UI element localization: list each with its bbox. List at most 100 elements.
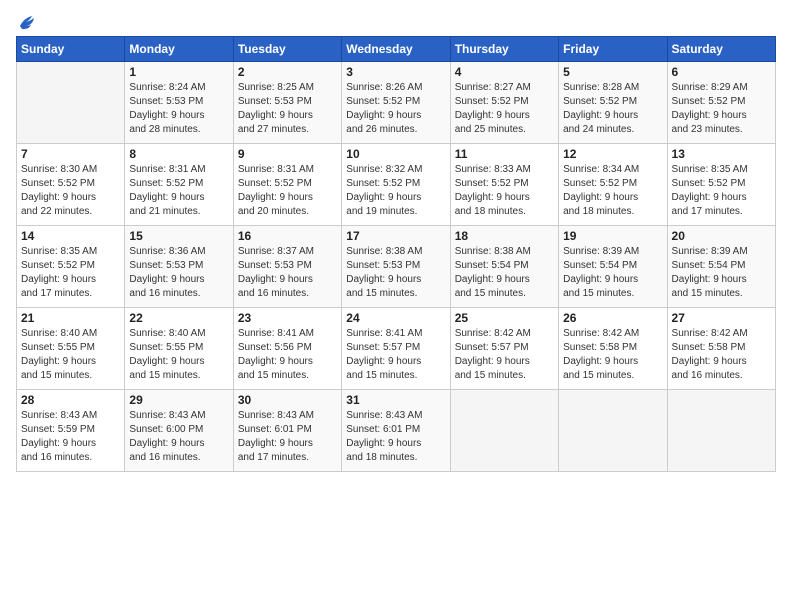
day-number: 13 bbox=[672, 147, 771, 161]
calendar-cell: 27 Sunrise: 8:42 AMSunset: 5:58 PMDayligh… bbox=[667, 308, 775, 390]
calendar-header-row: SundayMondayTuesdayWednesdayThursdayFrid… bbox=[17, 37, 776, 62]
calendar-header-tuesday: Tuesday bbox=[233, 37, 341, 62]
calendar-cell: 11 Sunrise: 8:33 AMSunset: 5:52 PMDayligh… bbox=[450, 144, 558, 226]
day-info: Sunrise: 8:34 AMSunset: 5:52 PMDaylight:… bbox=[563, 163, 662, 219]
day-info: Sunrise: 8:42 AMSunset: 5:58 PMDaylight:… bbox=[672, 327, 771, 383]
calendar-header-thursday: Thursday bbox=[450, 37, 558, 62]
calendar-cell: 9 Sunrise: 8:31 AMSunset: 5:52 PMDaylight… bbox=[233, 144, 341, 226]
calendar-cell: 4Sunrise: 8:27 AMSunset: 5:52 PMDaylight… bbox=[450, 62, 558, 144]
day-number: 25 bbox=[455, 311, 554, 325]
day-number: 10 bbox=[346, 147, 445, 161]
day-number: 23 bbox=[238, 311, 337, 325]
calendar-cell: 14Sunrise: 8:35 AMSunset: 5:52 PMDayligh… bbox=[17, 226, 125, 308]
day-info: Sunrise: 8:40 AMSunset: 5:55 PMDaylight:… bbox=[21, 327, 120, 383]
day-info: Sunrise: 8:41 AMSunset: 5:57 PMDaylight:… bbox=[346, 327, 445, 383]
calendar-cell: 29 Sunrise: 8:43 AMSunset: 6:00 PMDayligh… bbox=[125, 390, 233, 472]
calendar-header-saturday: Saturday bbox=[667, 37, 775, 62]
day-info: Sunrise: 8:43 AMSunset: 6:01 PMDaylight:… bbox=[346, 409, 445, 465]
day-number: 31 bbox=[346, 393, 445, 407]
calendar-cell: 26 Sunrise: 8:42 AMSunset: 5:58 PMDayligh… bbox=[559, 308, 667, 390]
day-info: Sunrise: 8:41 AMSunset: 5:56 PMDaylight:… bbox=[238, 327, 337, 383]
calendar-cell: 6 Sunrise: 8:29 AMSunset: 5:52 PMDaylight… bbox=[667, 62, 775, 144]
calendar-cell: 1 Sunrise: 8:24 AMSunset: 5:53 PMDaylight… bbox=[125, 62, 233, 144]
calendar-cell: 7Sunrise: 8:30 AMSunset: 5:52 PMDaylight… bbox=[17, 144, 125, 226]
day-info: Sunrise: 8:35 AMSunset: 5:52 PMDaylight:… bbox=[672, 163, 771, 219]
day-number: 15 bbox=[129, 229, 228, 243]
day-info: Sunrise: 8:43 AMSunset: 6:01 PMDaylight:… bbox=[238, 409, 337, 465]
day-info: Sunrise: 8:33 AMSunset: 5:52 PMDaylight:… bbox=[455, 163, 554, 219]
day-number: 3 bbox=[346, 65, 445, 79]
day-info: Sunrise: 8:39 AMSunset: 5:54 PMDaylight:… bbox=[563, 245, 662, 301]
day-info: Sunrise: 8:38 AMSunset: 5:53 PMDaylight:… bbox=[346, 245, 445, 301]
calendar-cell: 21 Sunrise: 8:40 AMSunset: 5:55 PMDayligh… bbox=[17, 308, 125, 390]
calendar-cell: 30 Sunrise: 8:43 AMSunset: 6:01 PMDayligh… bbox=[233, 390, 341, 472]
logo-bird-icon bbox=[16, 12, 38, 34]
day-number: 5 bbox=[563, 65, 662, 79]
day-info: Sunrise: 8:25 AMSunset: 5:53 PMDaylight:… bbox=[238, 81, 337, 137]
day-number: 18 bbox=[455, 229, 554, 243]
day-info: Sunrise: 8:31 AMSunset: 5:52 PMDaylight:… bbox=[129, 163, 228, 219]
calendar-week-row: 7Sunrise: 8:30 AMSunset: 5:52 PMDaylight… bbox=[17, 144, 776, 226]
calendar-table: SundayMondayTuesdayWednesdayThursdayFrid… bbox=[16, 36, 776, 472]
day-number: 20 bbox=[672, 229, 771, 243]
calendar-cell: 3 Sunrise: 8:26 AMSunset: 5:52 PMDaylight… bbox=[342, 62, 450, 144]
day-number: 21 bbox=[21, 311, 120, 325]
calendar-cell: 10 Sunrise: 8:32 AMSunset: 5:52 PMDayligh… bbox=[342, 144, 450, 226]
day-number: 12 bbox=[563, 147, 662, 161]
calendar-week-row: 1 Sunrise: 8:24 AMSunset: 5:53 PMDaylight… bbox=[17, 62, 776, 144]
day-info: Sunrise: 8:24 AMSunset: 5:53 PMDaylight:… bbox=[129, 81, 228, 137]
calendar-cell: 25 Sunrise: 8:42 AMSunset: 5:57 PMDayligh… bbox=[450, 308, 558, 390]
calendar-header-friday: Friday bbox=[559, 37, 667, 62]
day-info: Sunrise: 8:31 AMSunset: 5:52 PMDaylight:… bbox=[238, 163, 337, 219]
day-number: 6 bbox=[672, 65, 771, 79]
day-number: 28 bbox=[21, 393, 120, 407]
day-info: Sunrise: 8:32 AMSunset: 5:52 PMDaylight:… bbox=[346, 163, 445, 219]
calendar-week-row: 14Sunrise: 8:35 AMSunset: 5:52 PMDayligh… bbox=[17, 226, 776, 308]
calendar-header-monday: Monday bbox=[125, 37, 233, 62]
calendar-cell bbox=[667, 390, 775, 472]
day-info: Sunrise: 8:43 AMSunset: 5:59 PMDaylight:… bbox=[21, 409, 120, 465]
calendar-cell: 15Sunrise: 8:36 AMSunset: 5:53 PMDayligh… bbox=[125, 226, 233, 308]
calendar-week-row: 28 Sunrise: 8:43 AMSunset: 5:59 PMDayligh… bbox=[17, 390, 776, 472]
calendar-cell: 28 Sunrise: 8:43 AMSunset: 5:59 PMDayligh… bbox=[17, 390, 125, 472]
day-info: Sunrise: 8:28 AMSunset: 5:52 PMDaylight:… bbox=[563, 81, 662, 137]
calendar-cell: 18 Sunrise: 8:38 AMSunset: 5:54 PMDayligh… bbox=[450, 226, 558, 308]
day-info: Sunrise: 8:43 AMSunset: 6:00 PMDaylight:… bbox=[129, 409, 228, 465]
calendar-cell bbox=[17, 62, 125, 144]
calendar-cell: 5 Sunrise: 8:28 AMSunset: 5:52 PMDaylight… bbox=[559, 62, 667, 144]
day-info: Sunrise: 8:29 AMSunset: 5:52 PMDaylight:… bbox=[672, 81, 771, 137]
day-number: 19 bbox=[563, 229, 662, 243]
calendar-cell: 22Sunrise: 8:40 AMSunset: 5:55 PMDayligh… bbox=[125, 308, 233, 390]
day-number: 2 bbox=[238, 65, 337, 79]
calendar-cell: 23 Sunrise: 8:41 AMSunset: 5:56 PMDayligh… bbox=[233, 308, 341, 390]
day-info: Sunrise: 8:42 AMSunset: 5:58 PMDaylight:… bbox=[563, 327, 662, 383]
day-number: 29 bbox=[129, 393, 228, 407]
day-info: Sunrise: 8:26 AMSunset: 5:52 PMDaylight:… bbox=[346, 81, 445, 137]
calendar-cell: 31 Sunrise: 8:43 AMSunset: 6:01 PMDayligh… bbox=[342, 390, 450, 472]
day-number: 11 bbox=[455, 147, 554, 161]
day-number: 27 bbox=[672, 311, 771, 325]
calendar-cell: 16 Sunrise: 8:37 AMSunset: 5:53 PMDayligh… bbox=[233, 226, 341, 308]
calendar-cell: 12 Sunrise: 8:34 AMSunset: 5:52 PMDayligh… bbox=[559, 144, 667, 226]
day-number: 24 bbox=[346, 311, 445, 325]
day-number: 30 bbox=[238, 393, 337, 407]
day-info: Sunrise: 8:39 AMSunset: 5:54 PMDaylight:… bbox=[672, 245, 771, 301]
calendar-header-wednesday: Wednesday bbox=[342, 37, 450, 62]
calendar-cell bbox=[450, 390, 558, 472]
calendar-cell: 24 Sunrise: 8:41 AMSunset: 5:57 PMDayligh… bbox=[342, 308, 450, 390]
day-number: 1 bbox=[129, 65, 228, 79]
day-info: Sunrise: 8:37 AMSunset: 5:53 PMDaylight:… bbox=[238, 245, 337, 301]
day-number: 22 bbox=[129, 311, 228, 325]
calendar-week-row: 21 Sunrise: 8:40 AMSunset: 5:55 PMDayligh… bbox=[17, 308, 776, 390]
day-info: Sunrise: 8:38 AMSunset: 5:54 PMDaylight:… bbox=[455, 245, 554, 301]
calendar-cell: 17Sunrise: 8:38 AMSunset: 5:53 PMDayligh… bbox=[342, 226, 450, 308]
day-number: 9 bbox=[238, 147, 337, 161]
day-number: 16 bbox=[238, 229, 337, 243]
calendar-cell: 8Sunrise: 8:31 AMSunset: 5:52 PMDaylight… bbox=[125, 144, 233, 226]
day-number: 26 bbox=[563, 311, 662, 325]
day-info: Sunrise: 8:42 AMSunset: 5:57 PMDaylight:… bbox=[455, 327, 554, 383]
day-info: Sunrise: 8:30 AMSunset: 5:52 PMDaylight:… bbox=[21, 163, 120, 219]
day-number: 4 bbox=[455, 65, 554, 79]
logo bbox=[16, 12, 38, 30]
header bbox=[16, 12, 776, 30]
